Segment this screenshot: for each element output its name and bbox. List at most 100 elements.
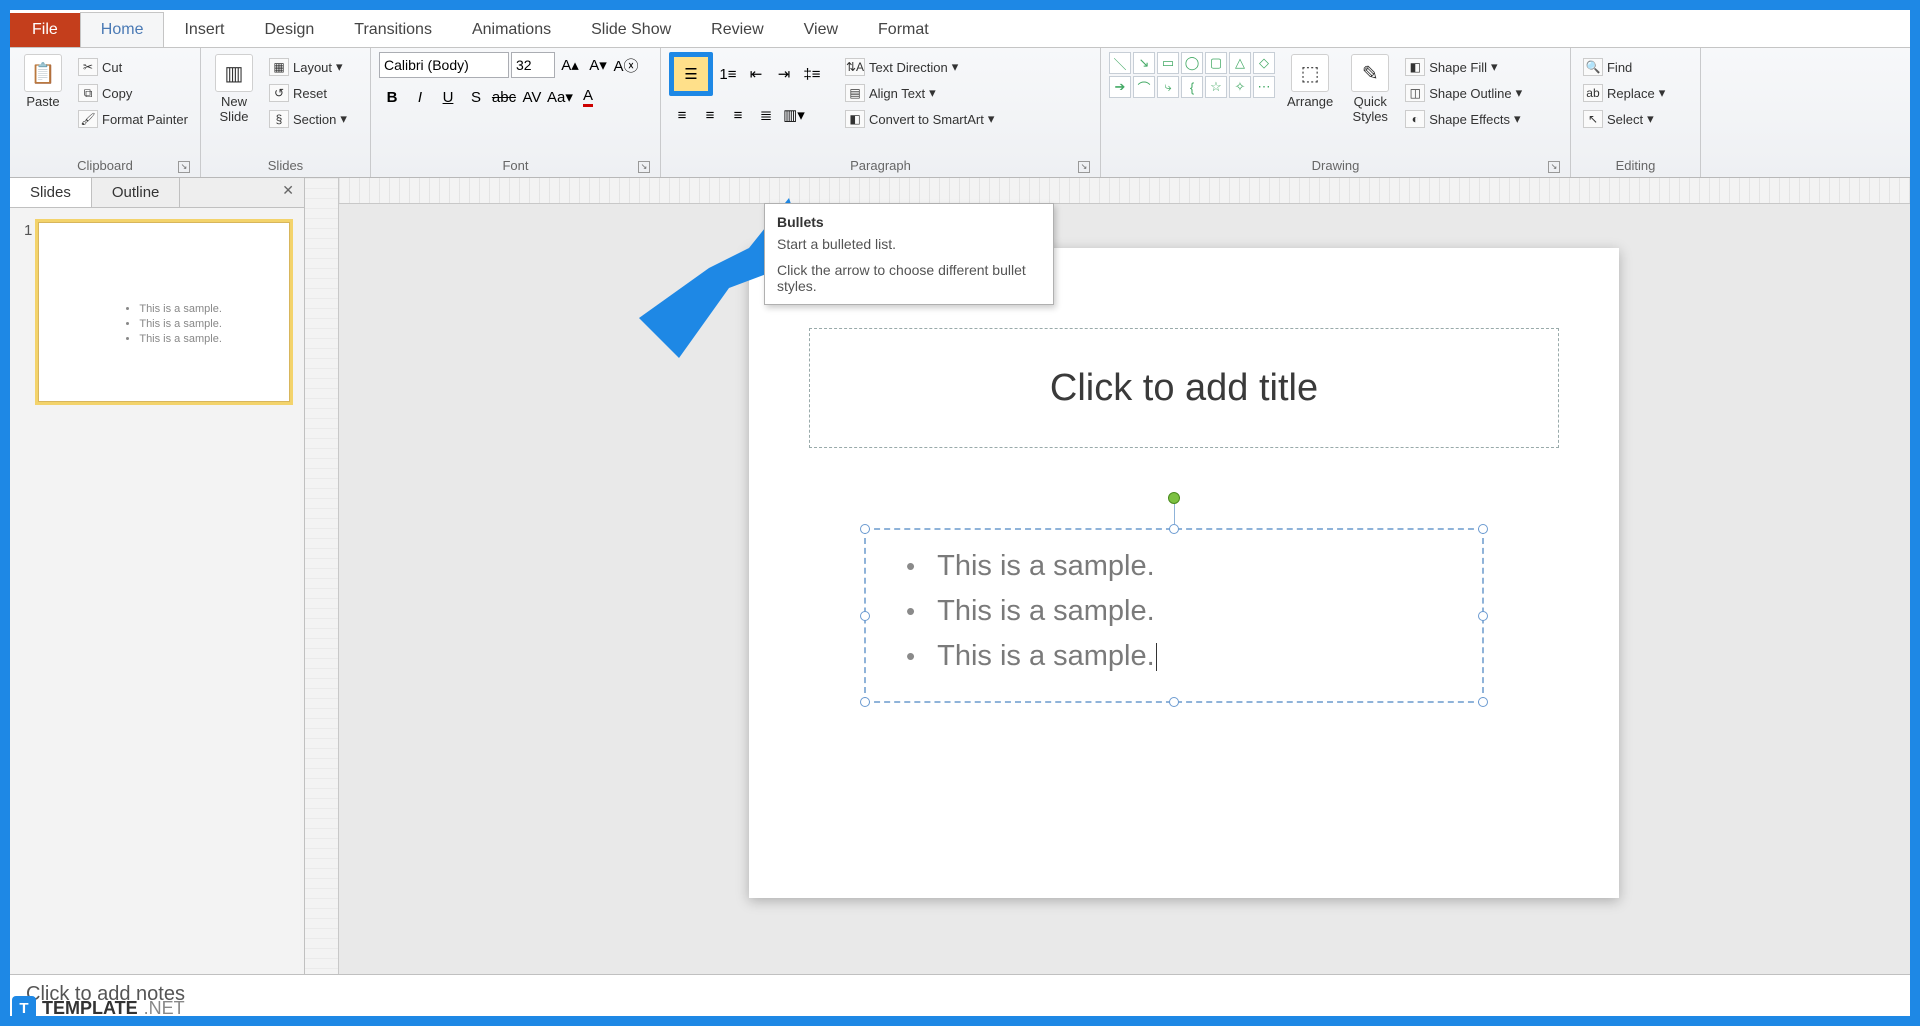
thumbnail-list[interactable]: 1 This is a sample. This is a sample. Th… [10,208,304,416]
content-placeholder[interactable]: This is a sample. This is a sample. This… [864,528,1484,703]
font-size-select[interactable] [511,52,555,78]
copy-button[interactable]: ⧉Copy [74,82,192,104]
shape-diamond-icon[interactable]: ◇ [1253,52,1275,74]
bullets-button[interactable]: ☰ [669,52,713,96]
paragraph-dialog-launcher[interactable]: ↘ [1078,161,1090,173]
arrange-button[interactable]: ⬚ Arrange [1281,52,1339,111]
tab-transitions[interactable]: Transitions [334,13,452,47]
decrease-indent-button[interactable]: ⇤ [743,61,769,87]
quick-styles-button[interactable]: ✎ Quick Styles [1345,52,1395,126]
justify-button[interactable]: ≣ [753,102,779,128]
shape-right-arrow-icon[interactable]: ➔ [1109,76,1131,98]
drawing-dialog-launcher[interactable]: ↘ [1548,161,1560,173]
resize-handle-bm[interactable] [1169,697,1179,707]
cut-button[interactable]: ✂Cut [74,56,192,78]
tab-design[interactable]: Design [244,13,334,47]
tab-animations[interactable]: Animations [452,13,571,47]
align-center-button[interactable]: ≡ [697,102,723,128]
increase-indent-button[interactable]: ⇥ [771,61,797,87]
tab-insert[interactable]: Insert [164,13,244,47]
shape-star-icon[interactable]: ☆ [1205,76,1227,98]
shape-more-icon[interactable]: ⋯ [1253,76,1275,98]
shape-rect-icon[interactable]: ▭ [1157,52,1179,74]
shape-brace-icon[interactable]: { [1181,76,1203,98]
shape-curve-icon[interactable]: ⌒ [1133,76,1155,98]
title-placeholder[interactable]: Click to add title [809,328,1559,448]
shape-roundrect-icon[interactable]: ▢ [1205,52,1227,74]
bullet-item[interactable]: This is a sample. [906,589,1442,634]
align-left-button[interactable]: ≡ [669,102,695,128]
replace-button[interactable]: abReplace ▾ [1579,82,1669,104]
resize-handle-ml[interactable] [860,611,870,621]
resize-handle-bl[interactable] [860,697,870,707]
resize-handle-tl[interactable] [860,524,870,534]
reset-button[interactable]: ↺Reset [265,82,351,104]
tab-slide-show[interactable]: Slide Show [571,13,691,47]
char-spacing-button[interactable]: AV [519,84,545,110]
text-direction-button[interactable]: ⇅AText Direction ▾ [841,56,998,78]
resize-handle-mr[interactable] [1478,611,1488,621]
font-dialog-launcher[interactable]: ↘ [638,161,650,173]
font-color-button[interactable]: A [575,84,601,110]
new-slide-button[interactable]: ▥ New Slide [209,52,259,126]
bold-button[interactable]: B [379,84,405,110]
shape-oval-icon[interactable]: ◯ [1181,52,1203,74]
resize-handle-tm[interactable] [1169,524,1179,534]
numbering-button[interactable]: 1≡ [715,61,741,87]
tab-view[interactable]: View [784,13,858,47]
pane-tab-slides[interactable]: Slides [10,178,92,207]
tab-review[interactable]: Review [691,13,783,47]
chevron-down-icon: ▾ [1647,111,1654,127]
select-icon: ↖ [1583,110,1603,128]
chevron-down-icon: ▾ [988,111,995,127]
shape-triangle-icon[interactable]: △ [1229,52,1251,74]
rotation-handle[interactable] [1168,492,1180,504]
italic-button[interactable]: I [407,84,433,110]
select-button[interactable]: ↖Select ▾ [1579,108,1658,130]
columns-button[interactable]: ▥▾ [781,102,807,128]
tab-home[interactable]: Home [80,12,165,47]
shapes-gallery[interactable]: ＼ ↘ ▭ ◯ ▢ △ ◇ ➔ ⌒ ⤷ { ☆ ✧ ⋯ [1109,52,1275,98]
clear-formatting-button[interactable]: Aⓧ [613,52,639,78]
font-name-select[interactable] [379,52,509,78]
notes-pane[interactable]: Click to add notes [10,974,1910,1016]
grow-font-button[interactable]: A▴ [557,52,583,78]
columns-icon: ▥▾ [783,106,805,124]
pane-close-button[interactable]: ✕ [272,178,304,207]
pane-tab-outline[interactable]: Outline [92,178,181,207]
strikethrough-button[interactable]: abc [491,84,517,110]
align-text-button[interactable]: ▤Align Text ▾ [841,82,998,104]
bullet-list[interactable]: This is a sample. This is a sample. This… [866,530,1482,693]
shadow-button[interactable]: S [463,84,489,110]
group-clipboard: 📋 Paste ✂Cut ⧉Copy 🖌Format Painter Clipb… [10,48,201,177]
tab-format[interactable]: Format [858,13,949,47]
shrink-font-button[interactable]: A▾ [585,52,611,78]
resize-handle-br[interactable] [1478,697,1488,707]
change-case-icon: Aa▾ [547,88,573,106]
shape-line-icon[interactable]: ＼ [1109,52,1131,74]
section-button[interactable]: §Section ▾ [265,108,351,130]
shape-outline-button[interactable]: ◫Shape Outline ▾ [1401,82,1526,104]
shape-fill-button[interactable]: ◧Shape Fill ▾ [1401,56,1526,78]
convert-smartart-button[interactable]: ◧Convert to SmartArt ▾ [841,108,998,130]
change-case-button[interactable]: Aa▾ [547,84,573,110]
bullet-item[interactable]: This is a sample. [906,634,1442,679]
line-spacing-button[interactable]: ‡≡ [799,61,825,87]
clipboard-dialog-launcher[interactable]: ↘ [178,161,190,173]
shape-callout-icon[interactable]: ✧ [1229,76,1251,98]
layout-button[interactable]: ▦Layout ▾ [265,56,351,78]
shape-effects-button[interactable]: ◐Shape Effects ▾ [1401,108,1526,130]
find-button[interactable]: 🔍Find [1579,56,1636,78]
shape-arrow-icon[interactable]: ↘ [1133,52,1155,74]
slide[interactable]: Click to add title This is a sample. Thi… [749,248,1619,898]
bullet-item[interactable]: This is a sample. [906,544,1442,589]
underline-button[interactable]: U [435,84,461,110]
file-tab[interactable]: File [10,13,80,47]
align-right-button[interactable]: ≡ [725,102,751,128]
slide-canvas-area[interactable]: Bullets Start a bulleted list. Click the… [339,178,1910,974]
shape-connector-icon[interactable]: ⤷ [1157,76,1179,98]
paste-button[interactable]: 📋 Paste [18,52,68,111]
slide-thumbnail-1[interactable]: This is a sample. This is a sample. This… [38,222,290,402]
resize-handle-tr[interactable] [1478,524,1488,534]
format-painter-button[interactable]: 🖌Format Painter [74,108,192,130]
